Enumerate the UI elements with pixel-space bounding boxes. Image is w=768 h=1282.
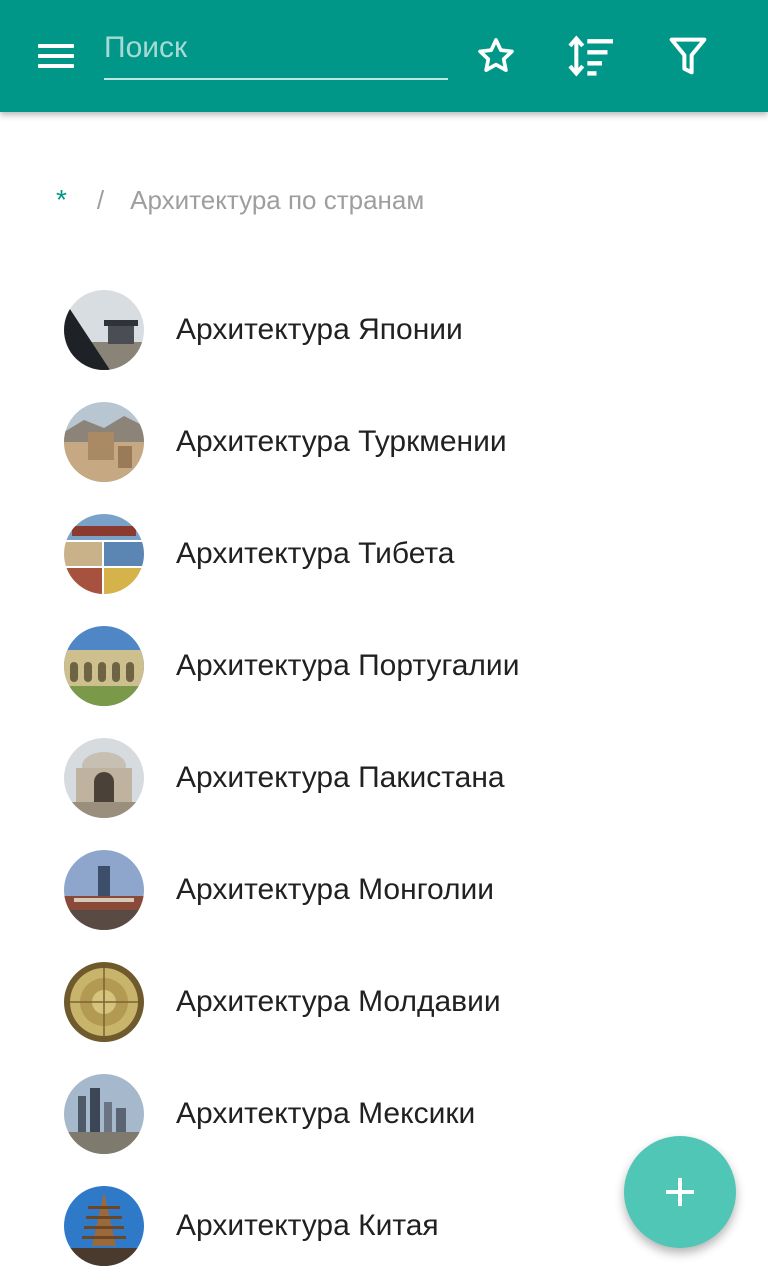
list-item-label: Архитектура Португалии — [176, 649, 520, 682]
menu-button[interactable] — [20, 30, 92, 82]
filter-button[interactable] — [660, 28, 716, 84]
avatar — [64, 290, 144, 370]
list-item-label: Архитектура Японии — [176, 313, 463, 346]
avatar — [64, 962, 144, 1042]
star-outline-icon — [478, 38, 514, 72]
avatar — [64, 1186, 144, 1266]
breadcrumb-current: Архитектура по странам — [130, 184, 425, 215]
list-item[interactable]: Архитектура Португалии — [0, 610, 768, 722]
category-list: Архитектура Японии Архитектура Туркмении — [0, 274, 768, 1282]
list-item-label: Архитектура Мексики — [176, 1097, 476, 1130]
avatar — [64, 1074, 144, 1154]
list-item[interactable]: Архитектура Молдавии — [0, 946, 768, 1058]
avatar — [64, 850, 144, 930]
favorites-button[interactable] — [468, 28, 524, 84]
app-bar — [0, 0, 768, 112]
list-item-label: Архитектура Монголии — [176, 873, 495, 906]
breadcrumb: * / Архитектура по странам — [56, 180, 424, 220]
list-item[interactable]: Архитектура Тибета — [0, 498, 768, 610]
list-item-label: Архитектура Китая — [176, 1209, 439, 1242]
avatar — [64, 738, 144, 818]
list-item-label: Архитектура Молдавии — [176, 985, 501, 1018]
list-item-label: Архитектура Пакистана — [176, 761, 505, 794]
list-item-label: Архитектура Туркмении — [176, 425, 507, 458]
sort-button[interactable] — [563, 28, 619, 84]
breadcrumb-root[interactable]: * — [56, 184, 67, 216]
sort-icon — [568, 35, 613, 77]
hamburger-menu-icon-line — [38, 54, 74, 58]
add-button[interactable] — [624, 1136, 736, 1248]
list-item[interactable]: Архитектура Японии — [0, 274, 768, 386]
list-item[interactable]: Архитектура Пакистана — [0, 722, 768, 834]
filter-icon — [669, 37, 707, 75]
avatar — [64, 626, 144, 706]
list-item-label: Архитектура Тибета — [176, 537, 455, 570]
avatar — [64, 514, 144, 594]
list-item[interactable]: Архитектура Монголии — [0, 834, 768, 946]
avatar — [64, 402, 144, 482]
hamburger-menu-icon-line — [38, 64, 74, 68]
list-item[interactable]: Архитектура Туркмении — [0, 386, 768, 498]
search-input[interactable] — [104, 24, 448, 80]
breadcrumb-separator: / — [96, 184, 105, 215]
hamburger-menu-icon — [38, 44, 74, 48]
plus-icon — [666, 1178, 694, 1206]
